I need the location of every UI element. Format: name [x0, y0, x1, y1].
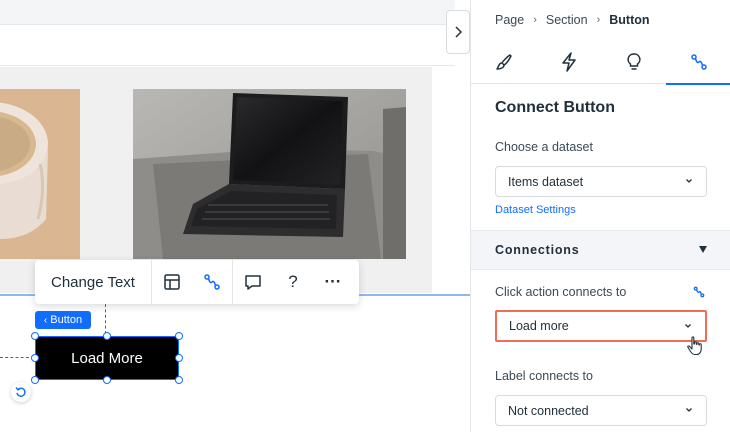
layout-icon: [164, 274, 180, 290]
click-action-select-value: Load more: [509, 319, 569, 333]
more-actions-button[interactable]: ···: [313, 260, 353, 304]
resize-handle[interactable]: [31, 332, 39, 340]
gallery-image-tablet[interactable]: [133, 89, 406, 259]
comment-icon: [245, 275, 261, 290]
resize-handle[interactable]: [175, 376, 183, 384]
resize-handle[interactable]: [175, 354, 183, 362]
label-connects-select[interactable]: Not connected: [495, 395, 707, 426]
change-text-button[interactable]: Change Text: [35, 260, 152, 304]
tab-help[interactable]: [601, 40, 666, 84]
tab-design[interactable]: [471, 40, 536, 84]
resize-handle[interactable]: [175, 332, 183, 340]
breadcrumb-item-section[interactable]: Section: [546, 13, 588, 27]
rotate-button[interactable]: [11, 382, 31, 402]
gallery-image-mug[interactable]: [0, 89, 80, 259]
canvas-margin: [432, 67, 470, 293]
collapse-triangle-icon: [699, 246, 707, 253]
chevron-down-icon: [686, 408, 692, 412]
hand-cursor-icon: [687, 336, 702, 356]
tab-animation[interactable]: [536, 40, 601, 84]
tab-connect[interactable]: [666, 40, 730, 85]
dataset-select[interactable]: Items dataset: [495, 166, 707, 197]
chevron-right-icon: [455, 26, 462, 38]
connect-data-icon: [690, 54, 707, 70]
comment-button[interactable]: [233, 260, 273, 304]
element-name-tag[interactable]: ‹ Button: [35, 311, 91, 329]
help-button[interactable]: ?: [273, 260, 313, 304]
rotate-icon: [15, 387, 26, 397]
connect-data-icon[interactable]: [693, 286, 705, 298]
breadcrumb-item-page[interactable]: Page: [495, 13, 524, 27]
dataset-select-value: Items dataset: [508, 174, 584, 189]
connect-data-icon: [204, 274, 220, 290]
label-connects-label: Label connects to: [495, 369, 593, 383]
chevron-left-icon: ‹: [43, 314, 48, 326]
resize-handle[interactable]: [31, 376, 39, 384]
lightning-icon: [561, 52, 576, 72]
inspector-panel: Page › Section › Button Connect Button C…: [470, 0, 730, 432]
inspector-tabs: [471, 40, 730, 85]
resize-handle[interactable]: [103, 376, 111, 384]
breadcrumb-item-button: Button: [609, 13, 650, 27]
connections-section-header[interactable]: Connections: [471, 230, 730, 270]
alignment-guide: [0, 357, 34, 358]
connect-data-button[interactable]: [192, 260, 232, 304]
element-floating-toolbar: Change Text ? ···: [35, 260, 359, 304]
load-more-button[interactable]: Load More: [35, 336, 179, 380]
panel-title: Connect Button: [495, 99, 615, 116]
layout-button[interactable]: [152, 260, 192, 304]
editor-canvas: Change Text ? ··· ‹ Button Load More: [0, 0, 470, 432]
chevron-down-icon: [686, 179, 692, 183]
click-action-label: Click action connects to: [495, 285, 627, 299]
collapse-panel-button[interactable]: [446, 10, 470, 54]
dataset-settings-link[interactable]: Dataset Settings: [495, 204, 576, 216]
resize-handle[interactable]: [31, 354, 39, 362]
alignment-guide: [105, 304, 106, 334]
element-name-label: Button: [50, 314, 83, 326]
resize-handle[interactable]: [103, 332, 111, 340]
chevron-right-icon: ›: [596, 14, 601, 26]
connections-header-label: Connections: [495, 243, 580, 257]
canvas-header-strip: [0, 24, 455, 66]
chevron-down-icon: [685, 324, 691, 328]
breadcrumb: Page › Section › Button: [495, 13, 650, 27]
paintbrush-icon: [495, 54, 512, 70]
click-action-select[interactable]: Load more: [495, 310, 707, 342]
canvas-top-strip: [0, 0, 455, 24]
label-connects-select-value: Not connected: [508, 403, 589, 418]
chevron-right-icon: ›: [533, 14, 537, 26]
lightbulb-icon: [626, 53, 641, 70]
dataset-label: Choose a dataset: [495, 140, 593, 154]
